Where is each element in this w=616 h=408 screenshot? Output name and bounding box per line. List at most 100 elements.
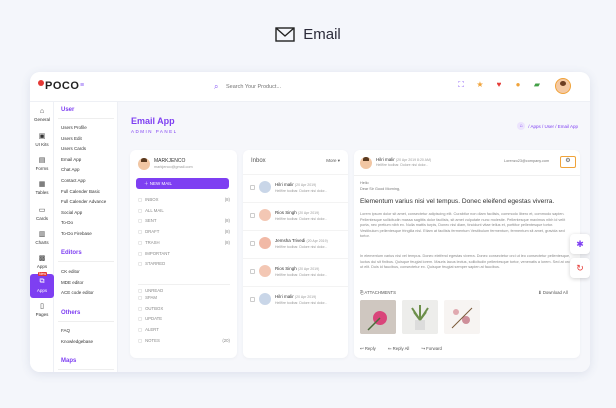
label-notes[interactable]: ▢ NOTES (20) <box>138 338 230 344</box>
salutation: Dear Sir Good Morning, <box>360 187 401 191</box>
label-outbox[interactable]: ▢ OUTBOX <box>138 306 230 312</box>
rail-item-pages[interactable]: ▯ Pages <box>30 302 54 317</box>
forward-button[interactable]: ↪ Forward <box>421 346 442 352</box>
banner-title: Email <box>0 26 616 43</box>
star-icon[interactable]: ★ <box>475 80 485 90</box>
submenu-item-faq[interactable]: FAQ <box>61 328 70 333</box>
message-avatar <box>259 293 271 305</box>
reply-all-button[interactable]: ⇐ Reply All <box>388 346 410 352</box>
label-label: SPAM <box>145 294 157 300</box>
message-checkbox[interactable] <box>250 297 255 302</box>
message-sender: Jemsha Trivedi (20 Apr 2019) <box>275 238 328 243</box>
breadcrumb-text[interactable]: / Apps / User / Email App <box>528 124 578 129</box>
search-input[interactable] <box>226 80 346 94</box>
submenu-item-social-app[interactable]: Social App <box>61 210 82 215</box>
submenu-item-mde-editor[interactable]: MDE editor <box>61 280 84 285</box>
sender-snippet: Hellfire toolbar. Dolore nisi dolor... <box>376 163 429 167</box>
message-avatar <box>259 265 271 277</box>
message-row[interactable]: Rios Singh (20 Apr 2019) Hellfire toolbar… <box>243 202 348 230</box>
message-checkbox[interactable] <box>250 185 255 190</box>
submenu-item-contact-app[interactable]: Contact App <box>61 178 86 183</box>
more-dropdown[interactable]: More ▾ <box>326 158 340 164</box>
submenu-item-users-profile[interactable]: Users Profile <box>61 125 87 130</box>
rail-item-ui-kits[interactable]: ▣ UI Kits <box>30 132 54 147</box>
message-row[interactable]: Jemsha Trivedi (20 Apr 2019) Hellfire too… <box>243 230 348 258</box>
rail-item-charts[interactable]: ▥ Charts <box>30 230 54 245</box>
breadcrumb: ⌂ / Apps / User / Email App <box>517 122 578 130</box>
rail-item-tables[interactable]: ▦ Tables <box>30 180 54 195</box>
attachment-thumbnail-3[interactable] <box>444 300 480 334</box>
folder-trash[interactable]: ▢ TRASH (8) <box>138 240 230 246</box>
message-row[interactable]: Rios Singh (20 Apr 2019) Hellfire toolbar… <box>243 258 348 286</box>
message-checkbox[interactable] <box>250 213 255 218</box>
label-label: UPDATE <box>145 316 163 322</box>
message-sender-name: Rios Singh <box>275 210 297 215</box>
user-avatar[interactable] <box>555 78 571 94</box>
new-mail-button[interactable]: ＋ NEW MAIL <box>136 178 229 189</box>
message-checkbox[interactable] <box>250 269 255 274</box>
pages-icon: ▯ <box>40 303 44 310</box>
label-icon: ▢ <box>138 305 143 311</box>
label-label: OUTBOX <box>145 305 164 311</box>
submenu-item-full-calender-basic[interactable]: Full Calender Basic <box>61 189 100 194</box>
submenu-item-to-do[interactable]: To-Do <box>61 220 73 225</box>
folder-count: (8) <box>224 229 230 235</box>
app-window: POCO ≡ ⌕ ⛶ ★ ♥ ● ▰ ⌂ General ▣ UI Kits ▤ Form… <box>30 72 590 372</box>
submenu-item-ace-code-editor[interactable]: ACE code editor <box>61 290 94 295</box>
message-snippet: Hellfire toolbar. Dolore nisi dolor... <box>275 301 328 305</box>
forms-icon: ▤ <box>38 157 46 164</box>
submenu-item-chat-app[interactable]: Chat App <box>61 167 80 172</box>
sender-name: Hilri malir (20 Apr 2019 8:20 AM) <box>376 157 431 162</box>
folder-count: (8) <box>224 218 230 224</box>
message-checkbox[interactable] <box>250 241 255 246</box>
label-unread[interactable]: ▢ UNREAD <box>138 284 230 294</box>
message-sender-name: Jemsha Trivedi <box>275 238 306 243</box>
attachment-thumbnail-1[interactable] <box>360 300 396 334</box>
flag-icon[interactable]: ▰ <box>532 80 542 90</box>
rail-label: Pages <box>35 312 49 317</box>
home-icon[interactable]: ⌂ <box>517 122 526 130</box>
customizer-icon[interactable]: ✱ <box>570 234 590 254</box>
rail-item-cards[interactable]: ▭ Cards <box>30 206 54 221</box>
folder-sent[interactable]: ▢ SENT (8) <box>138 218 230 224</box>
reply-button[interactable]: ↩ Reply <box>360 346 376 352</box>
rail-item-apps[interactable]: ▩ Apps <box>30 254 54 269</box>
label-update[interactable]: ▢ UPDATE <box>138 316 230 322</box>
apps-icon: ▩ <box>38 255 46 262</box>
submenu-item-ck-editor[interactable]: CK editor <box>61 269 80 274</box>
folder-draft[interactable]: ▢ DRAFT (8) <box>138 229 230 235</box>
folder-starred[interactable]: ▢ STARRED <box>138 261 230 267</box>
submenu-item-to-do-firebase[interactable]: To-Do Firebase <box>61 231 92 236</box>
folder-label-wrap: ▢ TRASH <box>138 240 160 246</box>
submenu-item-full-calender-advance[interactable]: Full Calender Advance <box>61 199 106 204</box>
label-label-wrap: ▢ NOTES <box>138 338 160 344</box>
submenu-item-email-app[interactable]: Email App <box>61 157 81 162</box>
menu-toggle-icon[interactable]: ≡ <box>80 82 86 89</box>
download-all-link[interactable]: ⬇ Download All <box>538 290 568 296</box>
label-spam[interactable]: ▢ SPAM <box>138 295 230 301</box>
folder-important[interactable]: ▢ IMPORTANT <box>138 251 230 257</box>
folder-label-wrap: ▢ ALL MAIL <box>138 208 164 214</box>
folder-inbox[interactable]: ▢ INBOX (8) <box>138 197 230 203</box>
bell-icon[interactable]: ● <box>513 80 523 90</box>
rail-label: UI Kits <box>35 142 49 147</box>
submenu-item-users-edit[interactable]: Users Edit <box>61 136 82 141</box>
gear-icon[interactable]: ⚙ <box>560 156 576 168</box>
attachment-thumbnail-2[interactable] <box>402 300 438 334</box>
rail-item-general[interactable]: ⌂ General <box>30 108 54 122</box>
submenu-item-users-cards[interactable]: Users Cards <box>61 146 86 151</box>
folder-all-mail[interactable]: ▢ ALL MAIL <box>138 208 230 214</box>
message-row[interactable]: Hilri malir (20 Apr 2019) Hellfire toolba… <box>243 174 348 202</box>
rail-item-forms[interactable]: ▤ Forms <box>30 156 54 171</box>
message-sender-name: Rios Singh <box>275 266 297 271</box>
search-icon[interactable]: ⌕ <box>214 82 218 92</box>
label-alert[interactable]: ▢ ALERT <box>138 327 230 333</box>
folder-label: ALL MAIL <box>145 207 164 213</box>
submenu-item-knowledgebase[interactable]: Knowledgebase <box>61 339 93 344</box>
rail-item-apps[interactable]: ⧉ Apps <box>30 274 54 298</box>
message-row[interactable]: Hilri malir (20 Apr 2019) Hellfire toolba… <box>243 286 348 314</box>
heart-icon[interactable]: ♥ <box>494 80 504 90</box>
refresh-icon[interactable]: ↻ <box>570 258 590 278</box>
more-label: More <box>326 158 337 163</box>
fullscreen-icon[interactable]: ⛶ <box>456 80 466 90</box>
